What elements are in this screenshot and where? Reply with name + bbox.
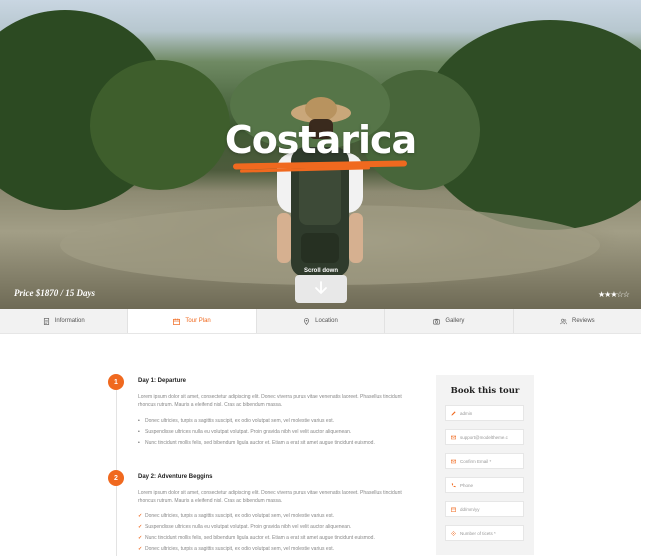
- tour-tabs: Information Tour Plan Location Gallery R…: [0, 309, 641, 334]
- field-placeholder: dd/mm/yy: [460, 506, 480, 512]
- phone-field[interactable]: Phone: [445, 477, 524, 493]
- name-field[interactable]: admin: [445, 405, 524, 421]
- document-icon: [43, 317, 49, 325]
- booking-title: Book this tour: [450, 386, 520, 396]
- tour-price: Price $1870 / 15 Days: [14, 288, 95, 298]
- destination-title: Costarica: [224, 118, 417, 162]
- day-description: Lorem ipsum dolor sit amet, consectetur …: [138, 490, 402, 504]
- field-placeholder: Number of ticets *: [460, 530, 496, 536]
- day-activity-list: Donec ultricies, turpis a sagittis susci…: [138, 416, 410, 449]
- tab-gallery[interactable]: Gallery: [385, 309, 514, 333]
- tab-information[interactable]: Information: [0, 309, 129, 333]
- camera-icon: [433, 318, 441, 324]
- users-icon: [560, 318, 567, 324]
- field-placeholder: support@modeltheme.c: [460, 434, 508, 440]
- hero-banner: Costarica Price $1870 / 15 Days Scroll d…: [0, 0, 641, 309]
- pencil-icon: [451, 410, 456, 416]
- timeline-line: [116, 486, 117, 556]
- confirm-email-field[interactable]: Confirm Email *: [445, 453, 524, 469]
- list-item: Donec ultricies, turpis a sagittis susci…: [138, 416, 410, 427]
- email-field[interactable]: support@modeltheme.c: [445, 429, 524, 445]
- date-field[interactable]: dd/mm/yy: [445, 501, 524, 517]
- phone-icon: [451, 482, 456, 487]
- step-number-badge: 1: [108, 374, 124, 390]
- step-number-badge: 2: [108, 470, 124, 486]
- arrow-down-icon[interactable]: [313, 281, 329, 295]
- tab-label: Reviews: [571, 318, 595, 324]
- email-icon: [451, 435, 456, 439]
- rating-stars: ★★★☆☆: [598, 290, 630, 299]
- field-placeholder: Phone: [460, 482, 474, 488]
- map-pin-icon: [304, 317, 310, 325]
- list-item: Suspendisse ultrices nulla eu volutpat v…: [138, 522, 410, 533]
- day-title: Day 1: Departure: [138, 378, 187, 384]
- day-description: Lorem ipsum dolor sit amet, consectetur …: [138, 394, 402, 408]
- calendar-icon: [173, 317, 181, 325]
- field-placeholder: admin: [460, 410, 473, 416]
- list-item: Nunc tincidunt mollis felis, sed bibendu…: [138, 438, 410, 449]
- day-activity-list: Donec ultricies, turpis a sagittis susci…: [138, 511, 410, 555]
- day-title: Day 2: Adventure Beggins: [138, 474, 213, 480]
- tab-location[interactable]: Location: [257, 309, 386, 333]
- scroll-down-label[interactable]: Scroll down: [300, 268, 342, 274]
- tab-label: Information: [54, 318, 85, 324]
- tab-label: Gallery: [445, 318, 465, 324]
- tickets-field[interactable]: Number of ticets *: [445, 525, 524, 541]
- tab-label: Location: [315, 318, 338, 324]
- ticket-icon: [451, 530, 456, 536]
- tab-tour-plan[interactable]: Tour Plan: [128, 309, 257, 333]
- calendar-icon: [451, 507, 456, 512]
- field-placeholder: Confirm Email *: [460, 458, 492, 464]
- list-item: Donec ultricies, turpis a sagittis susci…: [138, 511, 410, 522]
- list-item: Suspendisse ultrices nulla eu volutpat v…: [138, 427, 410, 438]
- tab-label: Tour Plan: [185, 318, 211, 324]
- email-icon: [451, 459, 456, 463]
- booking-form: Book this tour admin support@modeltheme.…: [436, 375, 534, 555]
- list-item: Nunc tincidunt mollis felis, sed bibendu…: [138, 533, 410, 544]
- tab-reviews[interactable]: Reviews: [514, 309, 641, 333]
- timeline-line: [116, 390, 117, 472]
